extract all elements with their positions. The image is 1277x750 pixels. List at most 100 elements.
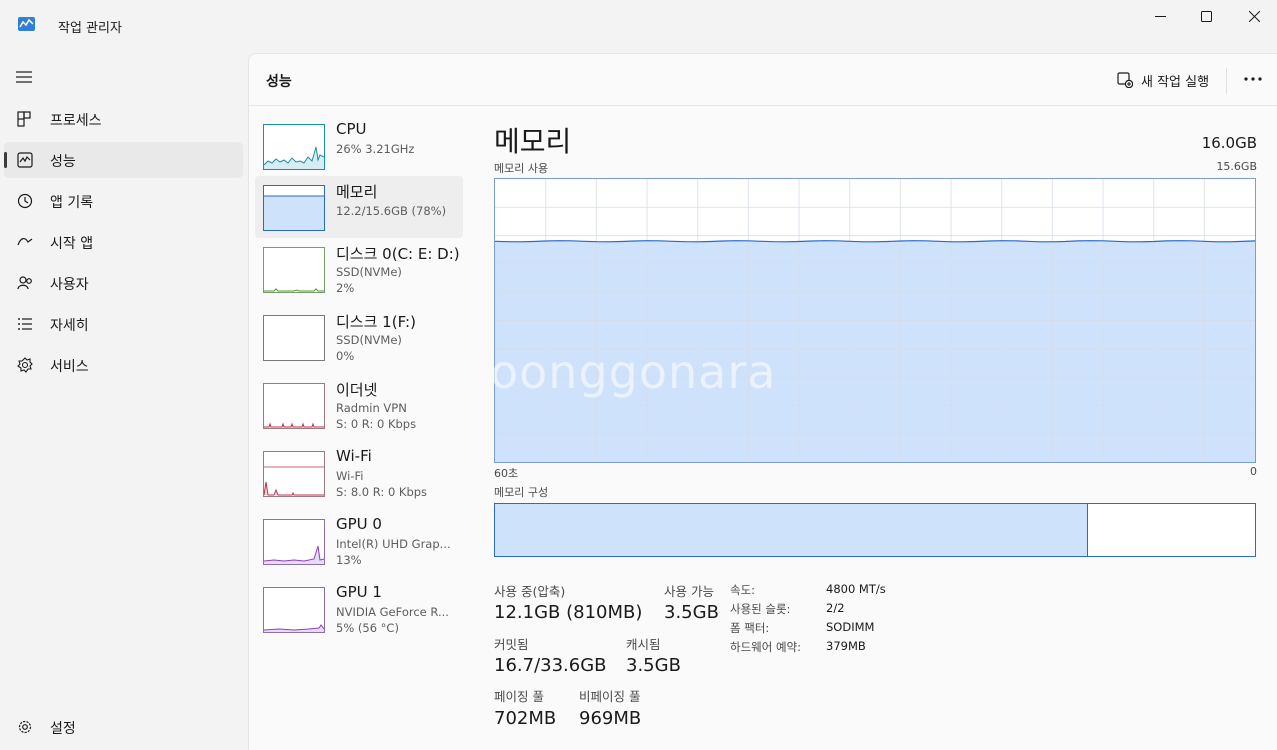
watermark: oonggonara [490, 345, 777, 399]
device-detail-line: NVIDIA GeForce R... [336, 605, 449, 619]
new-task-icon [1117, 72, 1133, 88]
device-name: GPU 0 [336, 515, 382, 533]
device-item-wifi[interactable]: Wi-Fi Wi-Fi S: 8.0 R: 0 Kbps [255, 447, 463, 513]
total-memory: 16.0GB [1201, 134, 1257, 152]
sidebar-item-label: 사용자 [50, 277, 89, 293]
sidebar-item-processes[interactable]: 프로세스 [4, 101, 243, 137]
spec-slots-value: 2/2 [826, 601, 845, 615]
sidebar-item-app-history[interactable]: 앱 기록 [4, 183, 243, 219]
device-detail-line: SSD(NVMe) [336, 265, 402, 279]
sidebar-item-settings[interactable]: 설정 [4, 709, 243, 745]
spec-form-factor-value: SODIMM [826, 620, 875, 634]
cpu-thumbnail-graph [263, 124, 325, 170]
memory-composition-label: 메모리 구성 [494, 486, 549, 499]
memory-usage-chart [495, 179, 1255, 462]
gpu-0-thumbnail-graph [263, 519, 325, 565]
device-detail-line: SSD(NVMe) [336, 333, 402, 347]
processes-icon [17, 111, 31, 127]
task-manager-app-icon [18, 17, 35, 31]
device-item-gpu-1[interactable]: GPU 1 NVIDIA GeForce R... 5% (56 °C) [255, 583, 463, 649]
device-detail-line: 26% 3.21GHz [336, 142, 415, 156]
sidebar-item-label: 프로세스 [50, 113, 102, 129]
users-icon [17, 276, 32, 290]
device-name: 디스크 1(F:) [336, 313, 416, 331]
sidebar-item-label: 서비스 [50, 359, 89, 375]
device-item-gpu-0[interactable]: GPU 0 Intel(R) UHD Grap... 13% [255, 515, 463, 581]
sidebar-item-users[interactable]: 사용자 [4, 265, 243, 301]
memory-thumbnail-graph [263, 185, 325, 231]
detail-title: 메모리 [494, 125, 572, 158]
graph-axis-end: 0 [1250, 465, 1257, 478]
device-detail-line: 13% [336, 553, 362, 567]
device-name: Wi-Fi [336, 447, 372, 465]
sidebar-item-details[interactable]: 자세히 [4, 306, 243, 342]
device-detail-line: 0% [336, 349, 355, 363]
sidebar-item-label: 성능 [50, 154, 76, 170]
hamburger-menu-icon[interactable] [16, 70, 34, 84]
memory-composition-bar [494, 503, 1256, 557]
in-use-value: 12.1GB (810MB) [494, 602, 643, 623]
device-detail-line: Intel(R) UHD Grap... [336, 537, 451, 551]
run-new-task-button[interactable]: 새 작업 실행 [1117, 69, 1209, 91]
device-item-disk-1[interactable]: 디스크 1(F:) SSD(NVMe) 0% [255, 313, 463, 377]
sidebar-item-label: 자세히 [50, 318, 89, 334]
gear-icon [18, 720, 32, 734]
device-detail-line: Radmin VPN [336, 401, 407, 415]
nonpaged-pool-value: 969MB [579, 708, 642, 729]
maximize-button[interactable] [1183, 0, 1229, 32]
memory-usage-label: 메모리 사용 [494, 162, 549, 175]
run-new-task-label: 새 작업 실행 [1141, 74, 1210, 90]
sidebar-item-label: 앱 기록 [50, 195, 94, 211]
disk-1-thumbnail-graph [263, 315, 325, 361]
sidebar-item-services[interactable]: 서비스 [4, 347, 243, 383]
spec-slots-label: 사용된 슬롯: [730, 602, 791, 616]
memory-usage-line [495, 240, 1255, 243]
sidebar-item-startup-apps[interactable]: 시작 앱 [4, 224, 243, 260]
memory-sparkline [264, 195, 324, 230]
committed-label: 커밋됨 [494, 637, 529, 652]
wifi-sparkline [264, 466, 324, 496]
available-value: 3.5GB [664, 602, 719, 623]
gpu-1-thumbnail-graph [263, 587, 325, 633]
device-item-ethernet[interactable]: 이더넷 Radmin VPN S: 0 R: 0 Kbps [255, 381, 463, 445]
performance-icon [17, 152, 33, 168]
device-detail-line: Wi-Fi [336, 469, 364, 483]
cached-value: 3.5GB [626, 655, 681, 676]
paged-pool-value: 702MB [494, 708, 557, 729]
device-detail-line: S: 8.0 R: 0 Kbps [336, 485, 428, 499]
ethernet-sparkline [264, 422, 324, 428]
device-name: 디스크 0(C: E: D:) [336, 245, 460, 263]
wifi-thumbnail-graph [263, 451, 325, 497]
gpu-1-sparkline [264, 624, 324, 632]
minimize-button[interactable] [1137, 0, 1183, 32]
title-bar: 작업 관리자 [0, 0, 1277, 50]
spec-reserved-value: 379MB [826, 639, 866, 653]
disk-0-thumbnail-graph [263, 247, 325, 293]
minimize-icon [1154, 15, 1166, 17]
sidebar-item-performance[interactable]: 성능 [4, 142, 243, 178]
device-detail-line: 2% [336, 281, 355, 295]
device-item-disk-0[interactable]: 디스크 0(C: E: D:) SSD(NVMe) 2% [255, 245, 463, 309]
sidebar-item-label: 시작 앱 [50, 236, 94, 252]
ethernet-thumbnail-graph [263, 383, 325, 429]
sidebar-item-label: 설정 [50, 721, 76, 737]
device-name: CPU [336, 120, 367, 138]
device-name: 이더넷 [336, 381, 378, 399]
close-button[interactable] [1231, 0, 1277, 32]
window-title: 작업 관리자 [58, 21, 122, 36]
gpu-0-sparkline [264, 545, 324, 564]
spec-speed-label: 속도: [730, 583, 756, 597]
device-name: 메모리 [336, 183, 378, 201]
disk-0-sparkline [264, 288, 324, 292]
header-divider [1226, 68, 1227, 94]
device-item-memory[interactable]: 메모리 12.2/15.6GB (78%) [255, 176, 463, 238]
startup-apps-icon [17, 238, 33, 246]
device-detail-line: S: 0 R: 0 Kbps [336, 417, 417, 431]
nonpaged-pool-label: 비페이징 풀 [579, 689, 641, 704]
active-indicator [4, 152, 7, 168]
cached-label: 캐시됨 [626, 637, 661, 652]
memory-composition-in-use [495, 504, 1088, 556]
services-icon [17, 357, 33, 373]
in-use-label: 사용 중(압축) [494, 584, 566, 599]
more-options-icon[interactable] [1243, 76, 1263, 82]
